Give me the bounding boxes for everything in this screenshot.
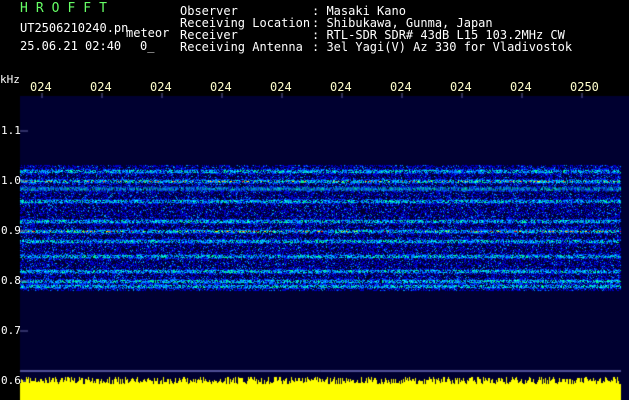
meteor-label: meteor: [126, 26, 170, 40]
x-tick-label: 024: [270, 80, 292, 94]
x-tick-label: 024: [330, 80, 352, 94]
timestamp: 25.06.21 02:40: [20, 39, 122, 53]
x-tick-label: 024: [150, 80, 172, 94]
x-tick-label: 024: [450, 80, 472, 94]
y-tick-label: 1.0: [1, 174, 21, 187]
app-title: HROFFT: [20, 1, 115, 16]
file-name: UT2506210240.pn: [20, 21, 129, 35]
x-tick-label: 024: [390, 80, 412, 94]
x-tick-label: 024: [30, 80, 52, 94]
spectrogram-canvas: [0, 0, 629, 400]
antenna-label: Receiving Antenna: [180, 40, 303, 54]
y-axis-unit: kHz: [0, 73, 20, 86]
x-tick-label: 024: [210, 80, 232, 94]
y-tick-label: 0.7: [1, 324, 21, 337]
x-tick-label: 024: [510, 80, 532, 94]
antenna-value: : 3el Yagi(V) Az 330 for Vladivostok: [312, 40, 573, 54]
y-tick-label: 0.6: [1, 374, 21, 387]
y-tick-label: 1.1: [1, 124, 21, 137]
y-tick-label: 0.8: [1, 274, 21, 287]
x-tick-label: 024: [90, 80, 112, 94]
meteor-counter: 0_: [140, 39, 155, 53]
y-tick-label: 0.9: [1, 224, 21, 237]
x-tick-label: 0250: [570, 80, 599, 94]
